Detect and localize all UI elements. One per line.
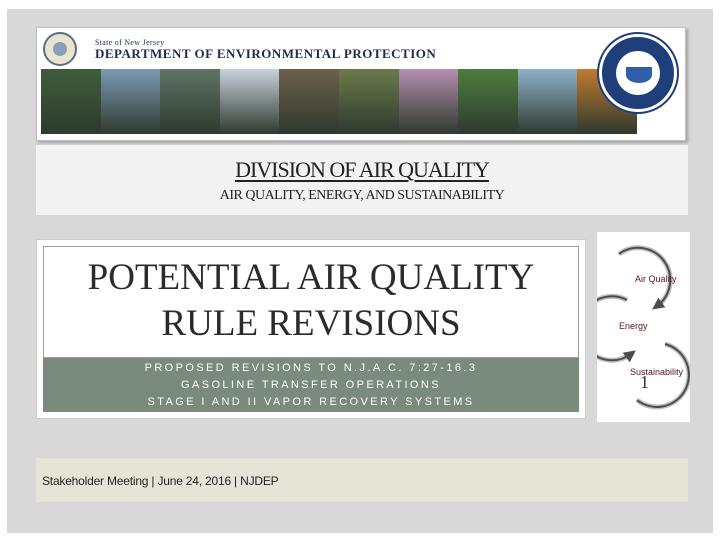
main-title-line-2: RULE REVISIONS (161, 303, 461, 344)
subtitle-line-3: STAGE I AND II VAPOR RECOVERY SYSTEMS (147, 396, 475, 408)
header-photo (219, 69, 280, 134)
division-box: DIVISION OF AIR QUALITY AIR QUALITY, ENE… (36, 145, 688, 215)
nj-state-seal-icon (43, 32, 77, 66)
main-title-line-1: POTENTIAL AIR QUALITY (87, 257, 535, 298)
page-number: 1 (640, 372, 649, 392)
header-banner: State of New Jersey Department of Enviro… (36, 27, 686, 141)
subtitle-line-1: PROPOSED REVISIONS TO N.J.A.C. 7:27-16.3 (144, 362, 478, 374)
main-title: POTENTIAL AIR QUALITY RULE REVISIONS (44, 255, 578, 347)
division-title: DIVISION OF AIR QUALITY (235, 157, 490, 182)
header-photo (517, 69, 578, 134)
header-photo (398, 69, 459, 134)
header-photo (279, 69, 339, 134)
department-name: Department of Environmental Protection (95, 46, 437, 61)
subtitle-band: PROPOSED REVISIONS TO N.J.A.C. 7:27-16.3… (43, 358, 579, 412)
header-photo (41, 69, 101, 134)
cycle-label-sustainability: Sustainability (630, 367, 684, 377)
cycle-diagram: Air Quality Energy Sustainability 1 (577, 232, 692, 422)
division-subtitle: AIR QUALITY, ENERGY, AND SUSTAINABILITY (219, 188, 505, 203)
footer-text: Stakeholder Meeting | June 24, 2016 | NJ… (42, 474, 279, 488)
photo-strip (41, 69, 637, 134)
header-photo (338, 69, 399, 134)
header-photo (160, 69, 220, 134)
footer-box: Stakeholder Meeting | June 24, 2016 | NJ… (36, 458, 688, 502)
njdep-seal-icon (599, 34, 677, 112)
cycle-label-air-quality: Air Quality (635, 274, 677, 284)
cycle-label-energy: Energy (619, 321, 648, 331)
title-box: POTENTIAL AIR QUALITY RULE REVISIONS (43, 246, 579, 358)
title-frame: POTENTIAL AIR QUALITY RULE REVISIONS PRO… (36, 239, 586, 419)
subtitle-line-2: GASOLINE TRANSFER OPERATIONS (181, 379, 441, 391)
header-photo (100, 69, 161, 134)
header-photo (458, 69, 518, 134)
